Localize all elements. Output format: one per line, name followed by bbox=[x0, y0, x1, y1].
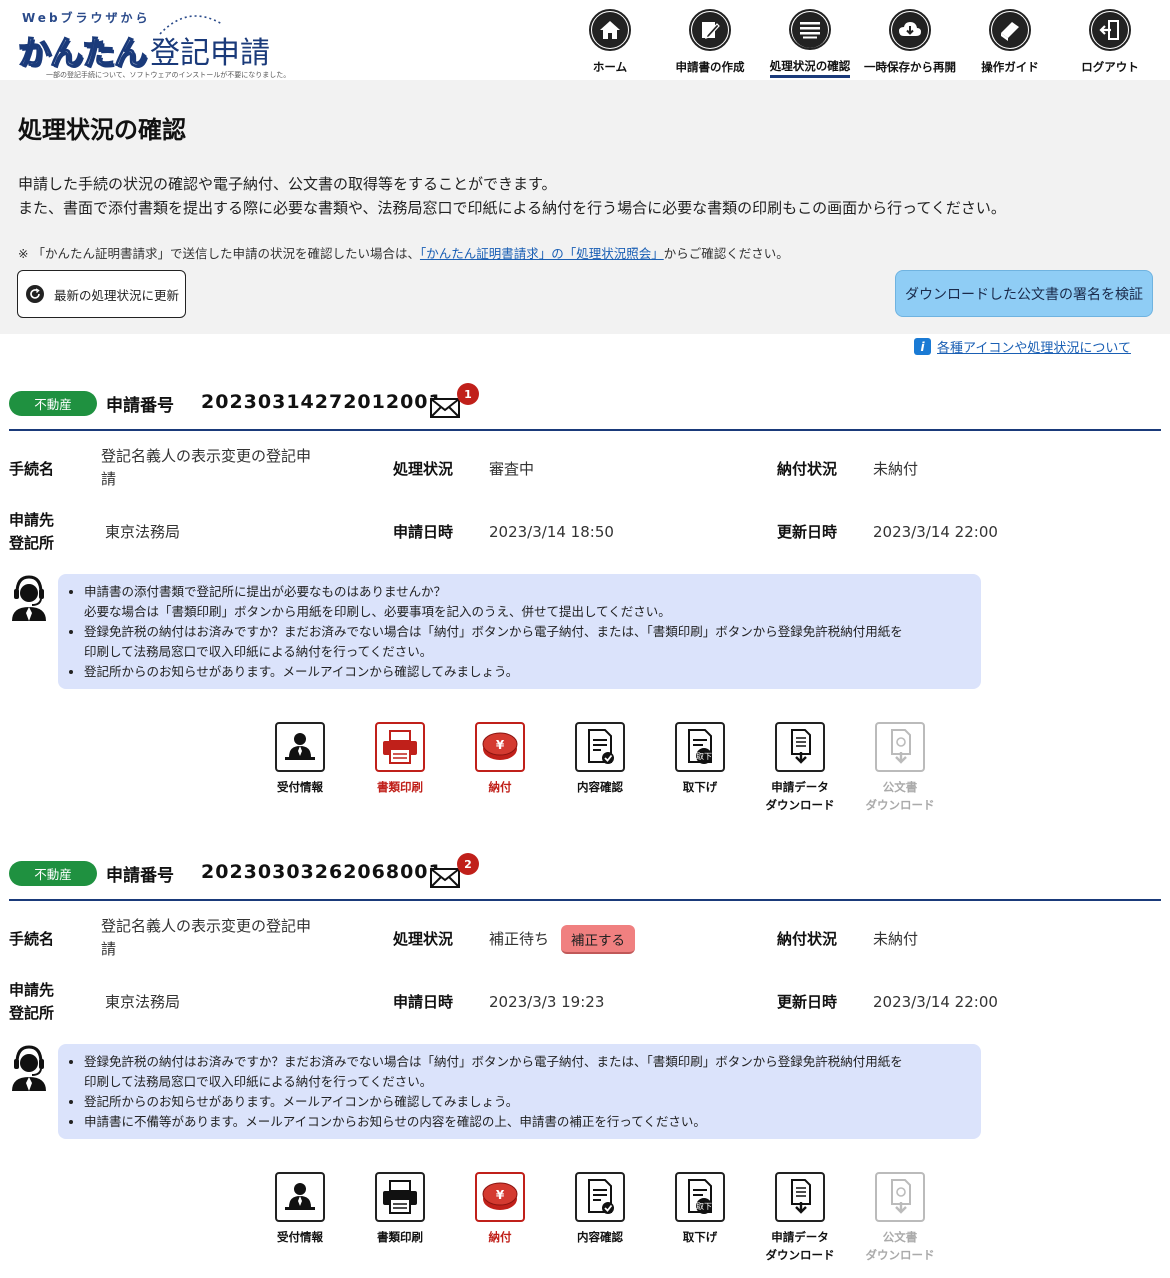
document-download-icon bbox=[775, 722, 825, 772]
official-document-download-button: 公文書 ダウンロード bbox=[850, 1172, 950, 1264]
payment-status: 未納付 bbox=[873, 930, 919, 948]
main-nav: ホーム 申請書の作成 処理状況の確認 一時保存から再開 操作ガイド ログアウト bbox=[560, 6, 1160, 78]
operator-icon bbox=[12, 1045, 46, 1091]
updated-datetime: 2023/3/14 22:00 bbox=[873, 523, 998, 541]
status-value: 補正待ち bbox=[489, 930, 550, 948]
payment-button[interactable]: ¥ 納付 bbox=[450, 1172, 550, 1264]
application-data-download-button[interactable]: 申請データ ダウンロード bbox=[750, 722, 850, 814]
icon-help-link[interactable]: i 各種アイコンや処理状況について bbox=[914, 337, 1131, 356]
registry-office: 東京法務局 bbox=[105, 993, 181, 1011]
document-check-icon bbox=[575, 1172, 625, 1222]
applied-datetime: 2023/3/14 18:50 bbox=[489, 523, 614, 541]
logo-tagline: 一部の登記手続について、ソフトウェアのインストールが不要になりました。 bbox=[46, 71, 291, 79]
nav-logout[interactable]: ログアウト bbox=[1060, 6, 1160, 78]
info-icon: i bbox=[914, 338, 931, 355]
operator-icon bbox=[12, 575, 46, 621]
category-badge: 不動産 bbox=[9, 861, 97, 886]
printer-icon bbox=[375, 1172, 425, 1222]
document-download-icon bbox=[775, 1172, 825, 1222]
intro-description: 申請した手続の状況の確認や電子納付、公文書の取得等をすることができます。 また、… bbox=[18, 175, 1006, 217]
svg-text:取下: 取下 bbox=[696, 752, 712, 761]
advice-box: 登録免許税の納付はお済みですか？まだお済みでない場合は「納付」ボタンから電子納付… bbox=[58, 1044, 981, 1139]
action-bar: 受付情報 書類印刷 ¥ 納付 内容確認 取下 取下げ 申請データ ダウンロード 公 bbox=[250, 1172, 950, 1264]
mail-icon[interactable] bbox=[430, 398, 460, 418]
intro-panel: 処理状況の確認 申請した手続の状況の確認や電子納付、公文書の取得等をすることがで… bbox=[0, 80, 1170, 334]
registry-office: 東京法務局 bbox=[105, 523, 181, 541]
status-value: 審査中 bbox=[489, 460, 535, 478]
certificate-note: ※ 「かんたん証明書請求」で送信した申請の状況を確認したい場合は、「かんたん証明… bbox=[18, 246, 789, 261]
withdraw-button[interactable]: 取下 取下げ bbox=[650, 1172, 750, 1264]
book-icon bbox=[989, 9, 1031, 51]
svg-text:¥: ¥ bbox=[496, 1188, 505, 1202]
header: Webブラウザから かんたん 登記申請 一部の登記手続について、ソフトウェアのイ… bbox=[0, 0, 1170, 80]
certificate-status-link[interactable]: 「かんたん証明書請求」の「処理状況照会」 bbox=[420, 246, 664, 261]
yen-coin-icon: ¥ bbox=[475, 722, 525, 772]
receipt-info-button[interactable]: 受付情報 bbox=[250, 1172, 350, 1264]
official-document-download-button: 公文書 ダウンロード bbox=[850, 722, 950, 814]
nav-guide[interactable]: 操作ガイド bbox=[960, 6, 1060, 78]
page-title: 処理状況の確認 bbox=[18, 116, 186, 144]
receptionist-icon bbox=[275, 722, 325, 772]
refresh-icon bbox=[26, 285, 44, 303]
print-documents-button[interactable]: 書類印刷 bbox=[350, 722, 450, 814]
svg-text:取下: 取下 bbox=[696, 1202, 712, 1211]
application-number: 20230303262068001 bbox=[201, 861, 443, 883]
receipt-info-button[interactable]: 受付情報 bbox=[250, 722, 350, 814]
nav-home[interactable]: ホーム bbox=[560, 6, 660, 78]
cloud-download-icon bbox=[889, 9, 931, 51]
logout-icon bbox=[1089, 9, 1131, 51]
yen-coin-icon: ¥ bbox=[475, 1172, 525, 1222]
advice-box: 申請書の添付書類で登記所に提出が必要なものはありませんか？必要な場合は「書類印刷… bbox=[58, 574, 981, 689]
logo-main-text: 登記申請 bbox=[150, 36, 270, 71]
logo-subtitle: Webブラウザから bbox=[22, 11, 151, 25]
receptionist-icon bbox=[275, 1172, 325, 1222]
logo-kantan: かんたん bbox=[17, 32, 148, 73]
verify-signature-button[interactable]: ダウンロードした公文書の署名を検証 bbox=[895, 270, 1153, 317]
print-documents-button[interactable]: 書類印刷 bbox=[350, 1172, 450, 1264]
site-logo[interactable]: Webブラウザから かんたん 登記申請 一部の登記手続について、ソフトウェアのイ… bbox=[8, 4, 308, 79]
action-bar: 受付情報 書類印刷 ¥ 納付 内容確認 取下 取下げ 申請データ ダウンロード 公 bbox=[250, 722, 950, 814]
withdraw-document-icon: 取下 bbox=[675, 722, 725, 772]
svg-text:¥: ¥ bbox=[496, 738, 505, 752]
nav-resume[interactable]: 一時保存から再開 bbox=[860, 6, 960, 78]
nav-create[interactable]: 申請書の作成 bbox=[660, 6, 760, 78]
procedure-name: 登記名義人の表示変更の登記申 請 bbox=[101, 447, 312, 488]
mail-icon[interactable] bbox=[430, 868, 460, 888]
mail-count-badge: 2 bbox=[457, 853, 479, 875]
official-document-download-icon bbox=[875, 722, 925, 772]
category-badge: 不動産 bbox=[9, 391, 97, 416]
payment-status: 未納付 bbox=[873, 460, 919, 478]
withdraw-document-icon: 取下 bbox=[675, 1172, 725, 1222]
payment-button[interactable]: ¥ 納付 bbox=[450, 722, 550, 814]
correct-button[interactable]: 補正する bbox=[561, 925, 635, 954]
official-document-download-icon bbox=[875, 1172, 925, 1222]
application-header: 不動産 申請番号 20230303262068001 2 bbox=[9, 853, 1161, 901]
application-number: 20230314272012001 bbox=[201, 391, 443, 413]
mail-count-badge: 1 bbox=[457, 383, 479, 405]
nav-status[interactable]: 処理状況の確認 bbox=[760, 6, 860, 78]
content-check-button[interactable]: 内容確認 bbox=[550, 722, 650, 814]
content-check-button[interactable]: 内容確認 bbox=[550, 1172, 650, 1264]
edit-icon bbox=[689, 9, 731, 51]
list-icon bbox=[789, 9, 831, 50]
withdraw-button[interactable]: 取下 取下げ bbox=[650, 722, 750, 814]
home-icon bbox=[589, 9, 631, 51]
printer-icon bbox=[375, 722, 425, 772]
procedure-name: 登記名義人の表示変更の登記申 請 bbox=[101, 917, 312, 958]
application-data-download-button[interactable]: 申請データ ダウンロード bbox=[750, 1172, 850, 1264]
document-check-icon bbox=[575, 722, 625, 772]
application-header: 不動産 申請番号 20230314272012001 1 bbox=[9, 383, 1161, 431]
updated-datetime: 2023/3/14 22:00 bbox=[873, 993, 998, 1011]
applied-datetime: 2023/3/3 19:23 bbox=[489, 993, 605, 1011]
refresh-status-button[interactable]: 最新の処理状況に更新 bbox=[17, 270, 186, 318]
